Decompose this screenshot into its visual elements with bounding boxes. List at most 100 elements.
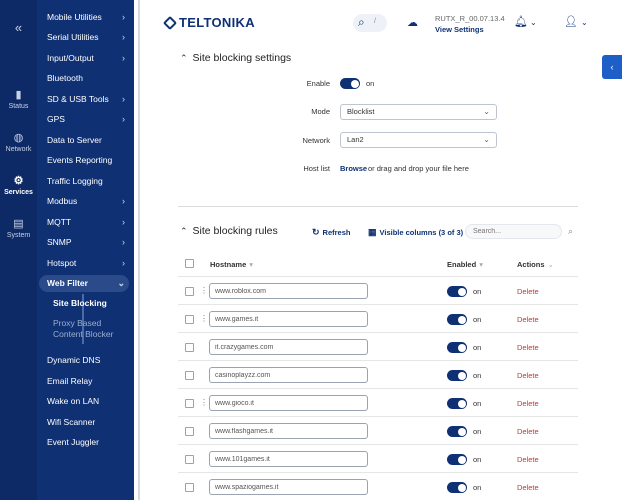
delete-button[interactable]: Delete — [517, 343, 539, 352]
menu-label: Web Filter — [47, 278, 88, 288]
bell-icon[interactable]: 🔔︎ — [514, 15, 528, 28]
row-enabled-toggle[interactable] — [447, 370, 467, 381]
menu-item-bluetooth[interactable]: Bluetooth — [39, 70, 129, 87]
delete-button[interactable]: Delete — [517, 483, 539, 492]
settings-section-title[interactable]: ⌃ Site blocking settings — [180, 52, 291, 64]
rail-item-system[interactable]: ▤ System — [0, 217, 37, 239]
actions-column-header[interactable]: Actions ⌄ — [517, 260, 554, 269]
delete-button[interactable]: Delete — [517, 399, 539, 408]
sub-item-proxy-blocker[interactable]: Proxy Based Content Blocker — [53, 318, 113, 340]
menu-item-wake-on-lan[interactable]: Wake on LAN — [39, 393, 129, 410]
hostname-column-header[interactable]: Hostname ▾ — [210, 260, 253, 269]
row-checkbox[interactable] — [185, 455, 194, 464]
row-checkbox[interactable] — [185, 399, 194, 408]
hostname-input[interactable] — [209, 451, 368, 467]
chevron-right-icon: › — [122, 196, 125, 206]
row-enabled-toggle[interactable] — [447, 426, 467, 437]
row-checkbox[interactable] — [185, 343, 194, 352]
menu-item-web-filter[interactable]: Web Filter ⌄ — [39, 275, 129, 292]
rail-item-network[interactable]: ◍ Network — [0, 131, 37, 153]
rail-item-status[interactable]: ▮ Status — [0, 88, 37, 110]
hostname-input[interactable] — [209, 423, 368, 439]
row-enabled-toggle[interactable] — [447, 314, 467, 325]
delete-button[interactable]: Delete — [517, 427, 539, 436]
drag-handle-icon[interactable]: ⋮ — [200, 286, 208, 295]
refresh-button[interactable]: ↻ Refresh — [312, 227, 350, 238]
chevron-down-icon[interactable]: ⌄ — [581, 18, 588, 27]
row-checkbox[interactable] — [185, 287, 194, 296]
delete-button[interactable]: Delete — [517, 315, 539, 324]
logo-text: TELTONIKA — [179, 15, 255, 30]
network-select[interactable]: Lan2 ⌄ — [340, 132, 497, 148]
row-checkbox[interactable] — [185, 427, 194, 436]
enabled-column-header[interactable]: Enabled ▾ — [447, 260, 483, 269]
rules-section-title[interactable]: ⌃ Site blocking rules — [180, 225, 278, 237]
menu-item-sd-usb-tools[interactable]: SD & USB Tools › — [39, 91, 129, 108]
side-panel-toggle[interactable]: ‹ — [602, 55, 622, 79]
drag-handle-icon[interactable]: ⋮ — [200, 314, 208, 323]
delete-button[interactable]: Delete — [517, 287, 539, 296]
cloud-upload-icon[interactable]: ☁ — [407, 16, 418, 29]
row-divider — [178, 444, 578, 445]
sub-item-site-blocking[interactable]: Site Blocking — [53, 298, 107, 308]
chevron-down-icon: ⌄ — [483, 135, 490, 144]
chevron-down-icon: ⌄ — [483, 107, 490, 116]
search-button[interactable]: ⌕ / — [353, 14, 387, 32]
row-enabled-toggle[interactable] — [447, 398, 467, 409]
menu-item-event-juggler[interactable]: Event Juggler — [39, 434, 129, 451]
menu-item-hotspot[interactable]: Hotspot › — [39, 255, 129, 272]
search-icon[interactable]: ⌕ — [568, 226, 573, 237]
chevron-down-icon[interactable]: ⌄ — [530, 18, 537, 27]
collapse-icon[interactable]: « — [0, 20, 37, 35]
row-checkbox[interactable] — [185, 483, 194, 492]
globe-icon: ◍ — [13, 132, 24, 144]
menu-label: Hotspot — [47, 258, 77, 268]
teltonika-logo[interactable]: TELTONIKA — [162, 15, 255, 31]
menu-item-mobile-utilities[interactable]: Mobile Utilities › — [39, 9, 129, 26]
menu-item-events-reporting[interactable]: Events Reporting — [39, 152, 129, 169]
column-label: Enabled — [447, 260, 477, 269]
menu-item-input-output[interactable]: Input/Output › — [39, 50, 129, 67]
row-checkbox[interactable] — [185, 371, 194, 380]
menu-item-dynamic-dns[interactable]: Dynamic DNS — [39, 352, 129, 369]
table-search-input[interactable] — [465, 224, 562, 239]
menu-item-email-relay[interactable]: Email Relay — [39, 373, 129, 390]
menu-item-modbus[interactable]: Modbus › — [39, 193, 129, 210]
sort-icon: ▾ — [479, 260, 483, 269]
delete-button[interactable]: Delete — [517, 371, 539, 380]
menu-item-mqtt[interactable]: MQTT › — [39, 214, 129, 231]
user-settings-icon[interactable]: 👤︎ — [564, 15, 578, 28]
menu-label: Email Relay — [47, 376, 93, 386]
hostname-input[interactable] — [209, 367, 368, 383]
row-checkbox[interactable] — [185, 315, 194, 324]
refresh-label: Refresh — [322, 228, 351, 237]
row-enabled-toggle[interactable] — [447, 286, 467, 297]
rail-item-services[interactable]: ⚙ Services — [0, 174, 37, 196]
menu-label: Traffic Logging — [47, 176, 103, 186]
mode-select[interactable]: Blocklist ⌄ — [340, 104, 497, 120]
menu-item-serial-utilities[interactable]: Serial Utilities › — [39, 29, 129, 46]
menu-item-traffic-logging[interactable]: Traffic Logging — [39, 173, 129, 190]
menu-label: Serial Utilities — [47, 32, 99, 42]
menu-item-wifi-scanner[interactable]: Wifi Scanner — [39, 414, 129, 431]
enable-toggle[interactable] — [340, 78, 360, 89]
hostname-input[interactable] — [209, 339, 368, 355]
browse-link[interactable]: Browse — [340, 164, 367, 173]
drag-handle-icon[interactable]: ⋮ — [200, 398, 208, 407]
row-enabled-toggle[interactable] — [447, 482, 467, 493]
hostname-input[interactable] — [209, 283, 368, 299]
menu-item-data-to-server[interactable]: Data to Server — [39, 132, 129, 149]
delete-button[interactable]: Delete — [517, 455, 539, 464]
view-settings-link[interactable]: View Settings — [435, 25, 484, 34]
hostname-input[interactable] — [209, 311, 368, 327]
select-all-checkbox[interactable] — [185, 259, 194, 268]
row-enabled-toggle[interactable] — [447, 454, 467, 465]
visible-columns-button[interactable]: ▦ Visible columns (3 of 3) — [368, 227, 463, 238]
menu-label: Events Reporting — [47, 155, 113, 165]
menu-item-snmp[interactable]: SNMP › — [39, 234, 129, 251]
hostname-input[interactable] — [209, 395, 368, 411]
search-icon: ⌕ — [358, 15, 365, 29]
hostname-input[interactable] — [209, 479, 368, 495]
row-enabled-toggle[interactable] — [447, 342, 467, 353]
menu-item-gps[interactable]: GPS › — [39, 111, 129, 128]
